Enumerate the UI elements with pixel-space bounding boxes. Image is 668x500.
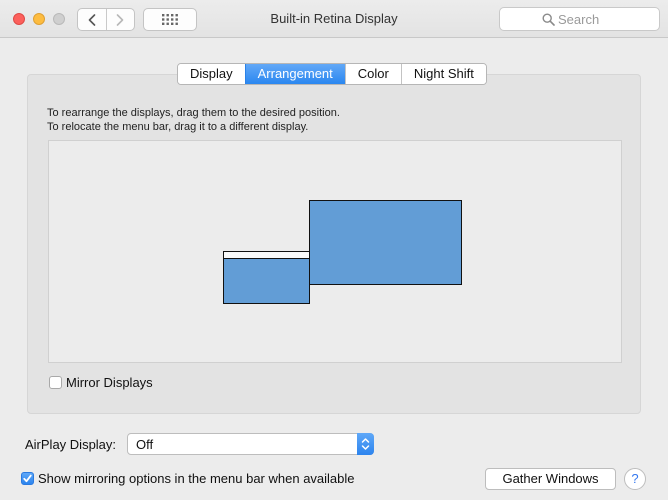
airplay-display-select[interactable]: Off [127,433,374,455]
instruction-rearrange: To rearrange the displays, drag them to … [47,107,340,119]
nav-button-group [77,8,135,31]
minimize-window-button[interactable] [33,13,45,25]
tab-display[interactable]: Display [178,64,245,84]
instruction-menu-bar: To relocate the menu bar, drag it to a d… [47,121,309,133]
window-title: Built-in Retina Display [270,11,398,26]
display-arrangement-area [48,140,622,363]
tab-night-shift[interactable]: Night Shift [400,64,486,84]
menu-bar-handle[interactable] [224,252,309,259]
show-mirroring-checkbox[interactable] [21,472,34,485]
search-field[interactable] [499,7,660,31]
show-mirroring-label: Show mirroring options in the menu bar w… [38,471,355,486]
back-button[interactable] [78,9,106,30]
chevron-left-icon [88,13,96,26]
title-bar: Built-in Retina Display [0,0,668,38]
checkmark-icon [23,474,32,483]
tab-bar: Display Arrangement Color Night Shift [177,63,487,85]
mirror-displays-checkbox[interactable] [49,376,62,389]
popup-stepper-icon [357,433,374,455]
external-display[interactable] [309,200,462,285]
built-in-display[interactable] [223,251,310,304]
help-button[interactable]: ? [624,468,646,490]
grid-icon [162,14,178,25]
tab-arrangement[interactable]: Arrangement [244,64,345,84]
chevron-right-icon [116,13,124,26]
close-window-button[interactable] [13,13,25,25]
zoom-window-button[interactable] [53,13,65,25]
forward-button[interactable] [105,9,135,30]
airplay-display-label: AirPlay Display: [25,437,117,452]
gather-windows-button[interactable]: Gather Windows [485,468,616,490]
mirror-displays-label: Mirror Displays [66,375,153,390]
tab-color[interactable]: Color [344,64,401,84]
airplay-display-value: Off [136,437,154,452]
search-icon [542,13,555,26]
show-all-button[interactable] [143,8,197,31]
search-input[interactable] [558,11,653,27]
